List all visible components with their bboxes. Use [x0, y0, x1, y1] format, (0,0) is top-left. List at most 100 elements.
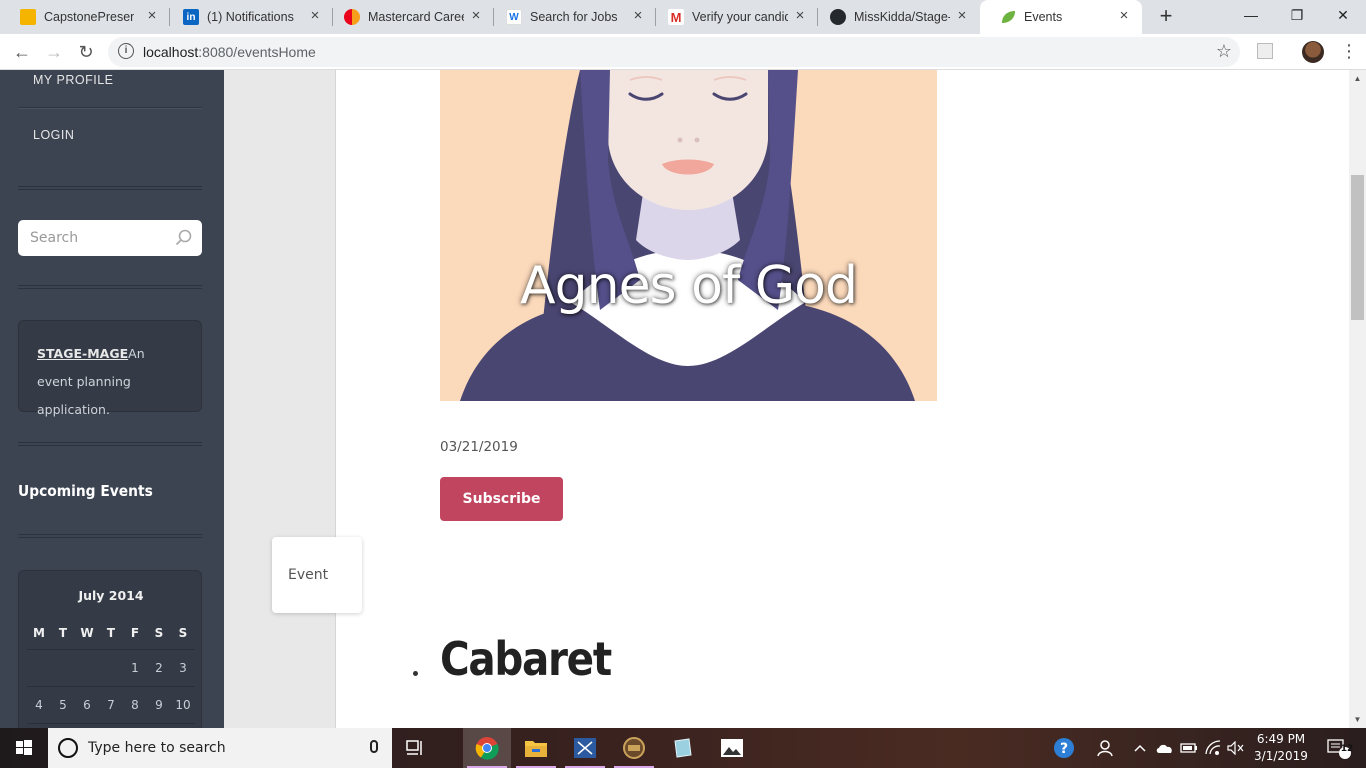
screen: CapstonePresentat × in (1) Notifications…: [0, 0, 1366, 768]
divider: [18, 285, 202, 289]
stage-mage-taskbar-icon[interactable]: [610, 728, 658, 768]
people-icon[interactable]: [1094, 728, 1118, 768]
profile-avatar[interactable]: [1302, 41, 1324, 63]
calendar-day[interactable]: 10: [171, 693, 195, 717]
sidebar-item-my-profile[interactable]: MY PROFILE: [33, 73, 113, 87]
close-tab-icon[interactable]: ×: [630, 8, 646, 24]
divider: [18, 442, 202, 446]
bookmark-star-icon[interactable]: ☆: [1216, 41, 1232, 62]
volume-muted-icon[interactable]: [1225, 728, 1247, 768]
address-bar[interactable]: i localhost:8080/eventsHome ☆: [108, 37, 1240, 67]
info-icon[interactable]: i: [118, 43, 134, 59]
gmail-icon: M: [668, 9, 684, 25]
task-view-icon[interactable]: [392, 728, 440, 768]
taskbar-search-box[interactable]: Type here to search: [48, 728, 392, 768]
tab-title: Mastercard Career: [368, 10, 464, 24]
calendar-day[interactable]: 5: [51, 693, 75, 717]
help-icon[interactable]: ?: [1050, 728, 1078, 768]
chevron-up-icon[interactable]: [1130, 728, 1150, 768]
url-host: localhost: [143, 44, 199, 60]
weekday-label: W: [80, 626, 94, 640]
event-poster[interactable]: Agnes of God: [440, 70, 937, 401]
search-box: [18, 220, 202, 256]
calendar-day: [75, 656, 99, 680]
tab-strip: CapstonePresentat × in (1) Notifications…: [0, 0, 1366, 34]
onedrive-icon[interactable]: [1154, 728, 1176, 768]
taskbar-clock[interactable]: 6:49 PM 3/1/2019: [1250, 731, 1312, 765]
tab-mastercard[interactable]: Mastercard Career ×: [324, 0, 494, 34]
search-icon[interactable]: [175, 229, 193, 247]
event-tooltip[interactable]: Event: [272, 537, 362, 613]
microphone-icon[interactable]: [370, 740, 378, 753]
calendar-widget: July 2014 M T W T F S S 1 2 3 4 5 6 7 8 …: [18, 570, 202, 728]
subscribe-button[interactable]: Subscribe: [440, 477, 563, 521]
wifi-icon[interactable]: [1202, 728, 1224, 768]
start-button[interactable]: [0, 728, 48, 768]
close-tab-icon[interactable]: ×: [468, 8, 484, 24]
calendar-week-row: 4 5 6 7 8 9 10: [27, 693, 195, 717]
calendar-row-divider: [27, 723, 195, 724]
close-tab-icon[interactable]: ×: [792, 8, 808, 24]
close-tab-icon[interactable]: ×: [954, 8, 970, 24]
content-gutter: [224, 70, 336, 728]
windows-logo-icon: [16, 740, 32, 755]
back-arrow-icon[interactable]: ←: [8, 38, 36, 66]
calendar-day[interactable]: 3: [171, 656, 195, 680]
page-scrollbar[interactable]: ▲ ▼: [1349, 70, 1366, 728]
scroll-down-arrow-icon[interactable]: ▼: [1349, 711, 1366, 728]
workday-icon: W: [506, 9, 522, 25]
sidebar: MY PROFILE LOGIN STAGE-MAGEAn event plan…: [0, 70, 224, 728]
minimize-button[interactable]: —: [1228, 0, 1274, 32]
scroll-up-arrow-icon[interactable]: ▲: [1349, 70, 1366, 87]
search-input[interactable]: [30, 228, 170, 248]
scrollbar-thumb[interactable]: [1351, 175, 1364, 320]
new-tab-button[interactable]: +: [1154, 5, 1178, 29]
tab-github[interactable]: MissKidda/Stage-M ×: [810, 0, 980, 34]
notification-center-icon[interactable]: 12: [1318, 728, 1358, 768]
battery-icon[interactable]: [1178, 728, 1200, 768]
calendar-day[interactable]: 7: [99, 693, 123, 717]
calendar-row-divider: [27, 686, 195, 687]
weekday-label: F: [130, 626, 140, 640]
tab-events[interactable]: Events ×: [980, 0, 1142, 34]
tab-title: (1) Notifications | L: [207, 10, 297, 24]
chrome-taskbar-icon[interactable]: [463, 728, 511, 768]
photos-taskbar-icon[interactable]: [708, 728, 756, 768]
notification-count: 12: [1340, 744, 1354, 754]
brand-link[interactable]: STAGE-MAGE: [37, 346, 128, 361]
tab-search-jobs[interactable]: W Search for Jobs ×: [486, 0, 656, 34]
tab-gmail[interactable]: M Verify your candida ×: [648, 0, 818, 34]
spring-leaf-icon: [1000, 9, 1016, 25]
poster-title: Agnes of God: [520, 256, 858, 316]
calendar-day[interactable]: 1: [123, 656, 147, 680]
calendar-day[interactable]: 2: [147, 656, 171, 680]
event-date: 03/21/2019: [440, 439, 518, 455]
kebab-menu-icon[interactable]: ⋮: [1340, 40, 1358, 62]
tab-linkedin[interactable]: in (1) Notifications | L ×: [163, 0, 333, 34]
calendar-day[interactable]: 9: [147, 693, 171, 717]
calendar-day[interactable]: 6: [75, 693, 99, 717]
close-tab-icon[interactable]: ×: [144, 8, 160, 24]
close-window-button[interactable]: ✕: [1320, 0, 1366, 32]
tab-slides[interactable]: CapstonePresentat ×: [0, 0, 170, 34]
vs-code-taskbar-icon[interactable]: [561, 728, 609, 768]
forward-arrow-icon[interactable]: →: [40, 38, 68, 66]
extension-icon[interactable]: [1257, 43, 1273, 59]
restore-button[interactable]: ❐: [1274, 0, 1320, 32]
calendar-day[interactable]: 4: [27, 693, 51, 717]
close-tab-icon[interactable]: ×: [307, 8, 323, 24]
tab-title: MissKidda/Stage-M: [854, 10, 950, 24]
nun-illustration: [440, 70, 937, 401]
calendar-weekday-row: M T W T F S S: [27, 621, 195, 645]
calendar-day[interactable]: 8: [123, 693, 147, 717]
file-explorer-icon[interactable]: [512, 728, 560, 768]
mastercard-icon: [344, 9, 360, 25]
svg-text:?: ?: [1060, 741, 1068, 757]
calendar-month: July 2014: [78, 588, 144, 603]
reload-icon[interactable]: ↻: [72, 38, 100, 66]
event-title[interactable]: Cabaret: [440, 632, 612, 686]
linkedin-icon: in: [183, 9, 199, 25]
notes-taskbar-icon[interactable]: [659, 728, 707, 768]
close-tab-icon[interactable]: ×: [1116, 8, 1132, 24]
sidebar-item-login[interactable]: LOGIN: [33, 128, 74, 142]
